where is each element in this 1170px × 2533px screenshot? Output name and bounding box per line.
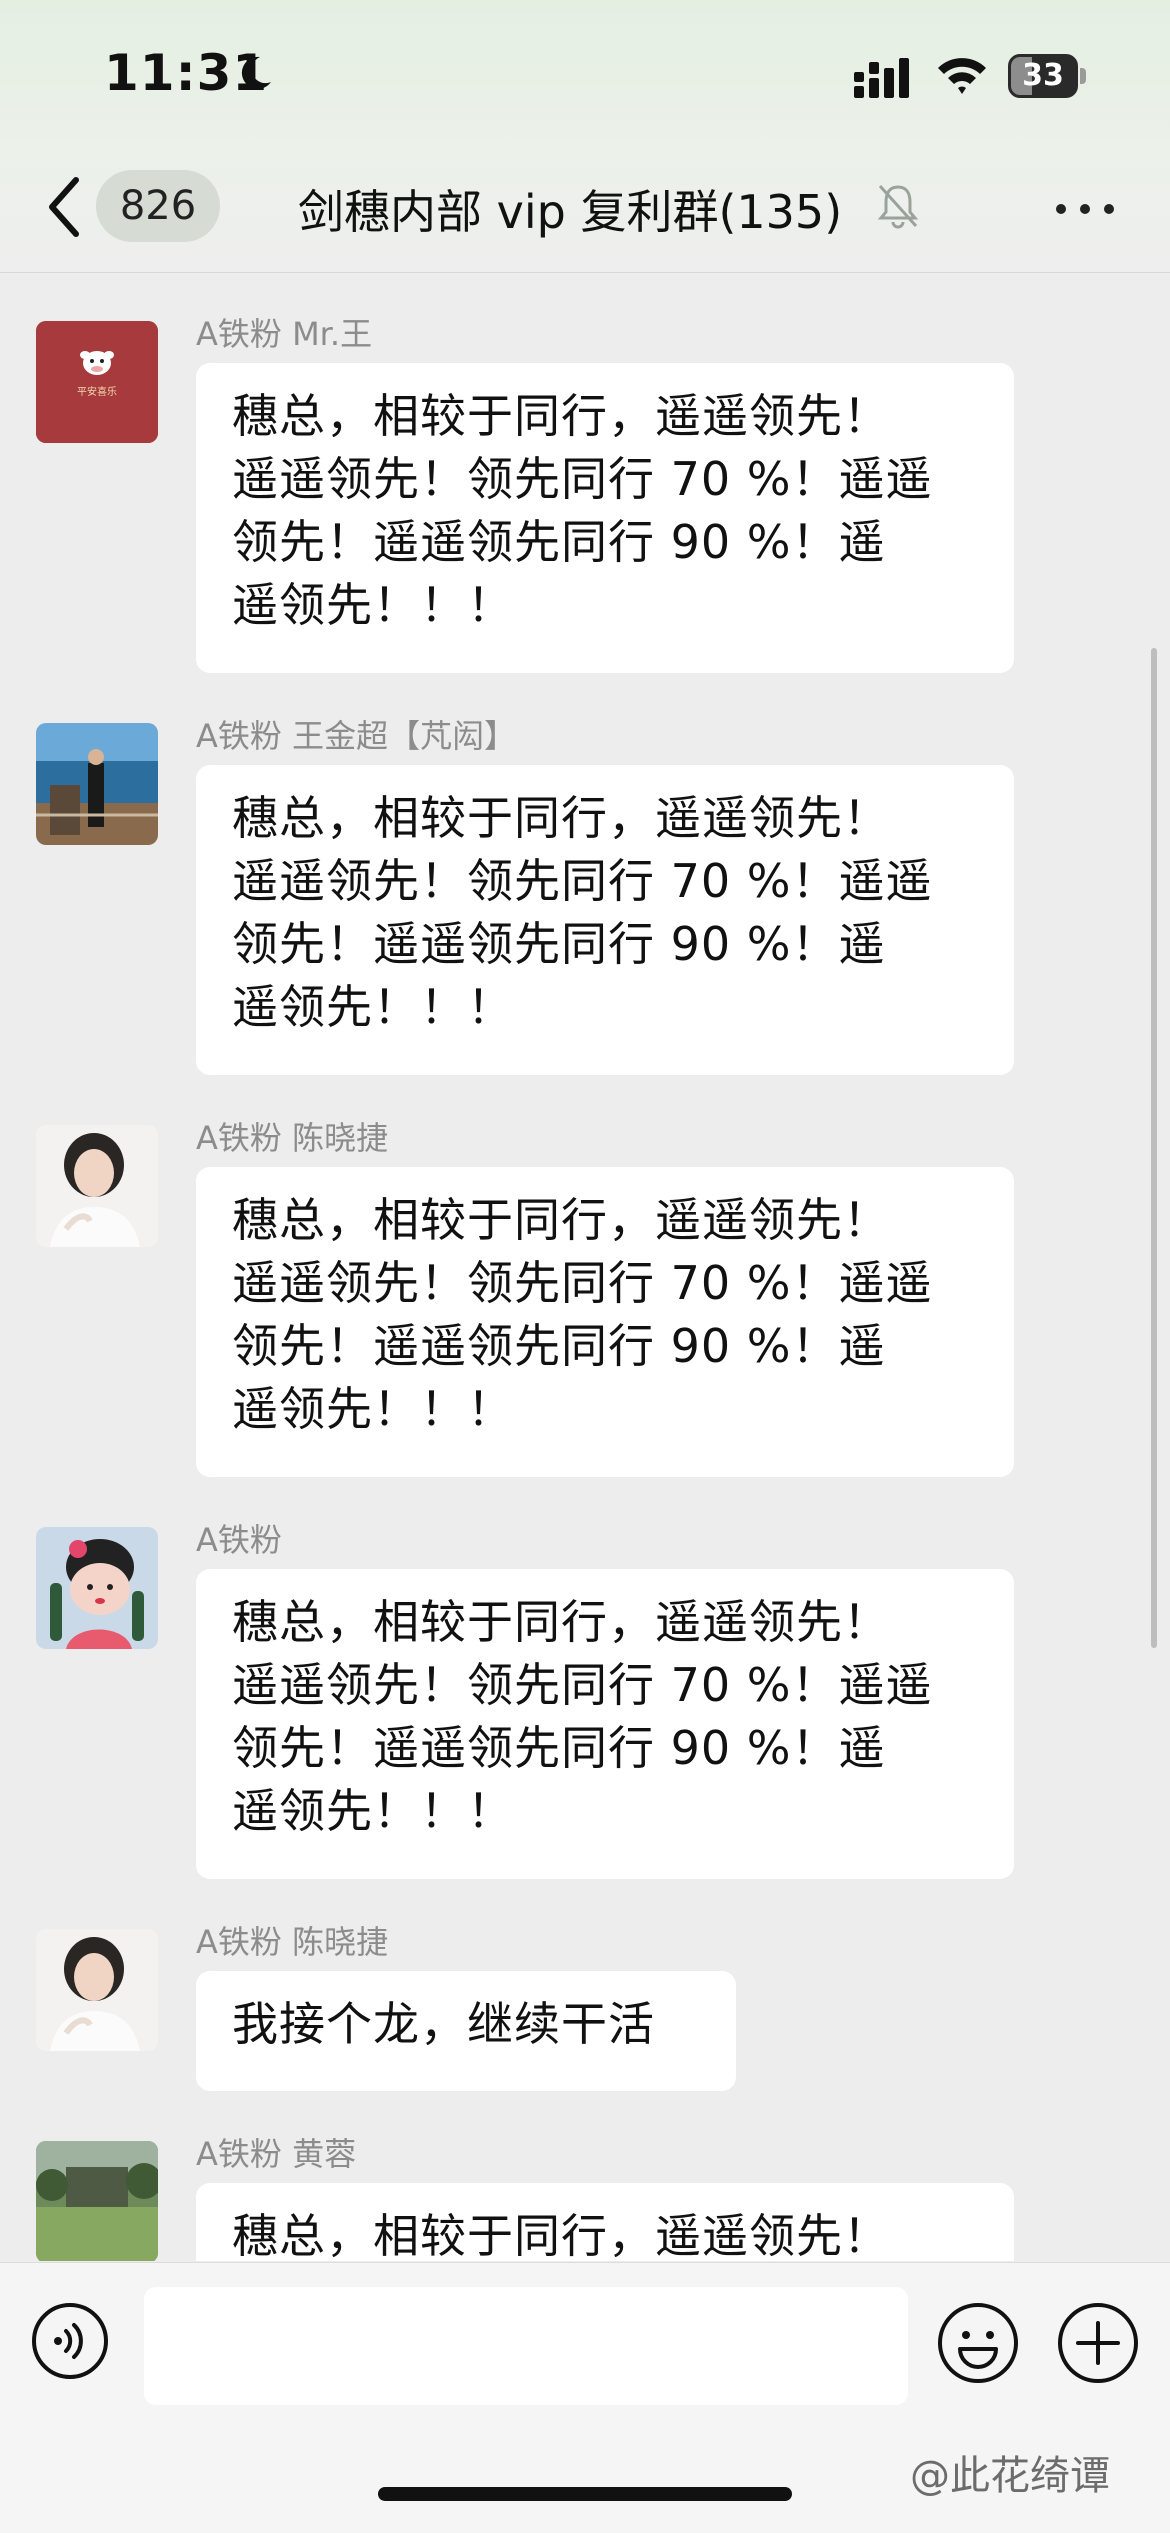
message-bubble[interactable]: 穗总，相较于同行，遥遥领先！ 遥遥领先！领先同行 70 %！遥遥 领先！遥遥领先… [196,363,1014,673]
back-button[interactable] [40,172,90,242]
battery-indicator: 33 [1008,54,1088,100]
portrait-avatar-icon [36,1929,158,2051]
message-bubble[interactable]: 穗总，相较于同行，遥遥领先！ [196,2183,1014,2261]
watermark: @此花绮谭 [910,2453,1110,2499]
message-bubble[interactable]: 穗总，相较于同行，遥遥领先！ 遥遥领先！领先同行 70 %！遥遥 领先！遥遥领先… [196,1167,1014,1477]
avatar[interactable] [36,723,158,845]
scrollbar[interactable] [1151,648,1157,1648]
voice-input-button[interactable] [30,2301,110,2381]
avatar[interactable] [36,1929,158,2051]
sender-name: A铁粉 黄蓉 [196,2135,357,2173]
emoji-button[interactable] [936,2301,1020,2385]
moon-icon [241,56,271,89]
avatar[interactable]: 平安喜乐 [36,321,158,443]
sender-name: A铁粉 王金超【芃闳】 [196,717,517,755]
avatar[interactable] [36,2141,158,2261]
sender-name: A铁粉 陈晓捷 [196,1119,389,1157]
input-bar: @此花绮谭 [0,2262,1170,2533]
unread-badge[interactable]: 826 [96,170,220,242]
home-indicator[interactable] [378,2487,792,2501]
sender-name: A铁粉 [196,1521,282,1559]
message-input[interactable] [144,2287,908,2405]
battery-text: 33 [1022,58,1064,93]
photo-avatar-icon [36,723,158,845]
signal-icon [854,58,909,98]
sender-name: A铁粉 陈晓捷 [196,1923,389,1961]
message-bubble[interactable]: 穗总，相较于同行，遥遥领先！ 遥遥领先！领先同行 70 %！遥遥 领先！遥遥领先… [196,1569,1014,1879]
mute-bell-icon [877,184,919,229]
svg-text:平安喜乐: 平安喜乐 [77,385,117,398]
avatar[interactable] [36,1527,158,1649]
more-options-button[interactable] [1052,190,1118,226]
wifi-icon [938,58,986,94]
landscape-avatar-icon [36,2141,158,2261]
avatar[interactable] [36,1125,158,1247]
message-bubble[interactable]: 我接个龙，继续干活 [196,1971,736,2091]
message-bubble[interactable]: 穗总，相较于同行，遥遥领先！ 遥遥领先！领先同行 70 %！遥遥 领先！遥遥领先… [196,765,1014,1075]
doll-avatar-icon [36,1527,158,1649]
message-list: 平安喜乐 A铁粉 Mr.王 穗总，相较于同行，遥遥领先！ 遥遥领先！领先同行 7… [0,273,1170,2261]
sender-name: A铁粉 Mr.王 [196,315,373,353]
chat-header: 11:31 33 826 剑穗内部 vip 复利群(135) [0,0,1170,273]
cow-avatar-icon: 平安喜乐 [36,321,158,443]
portrait-avatar-icon [36,1125,158,1247]
plus-button[interactable] [1056,2301,1140,2385]
chat-title: 剑穗内部 vip 复利群(135) [298,185,843,239]
